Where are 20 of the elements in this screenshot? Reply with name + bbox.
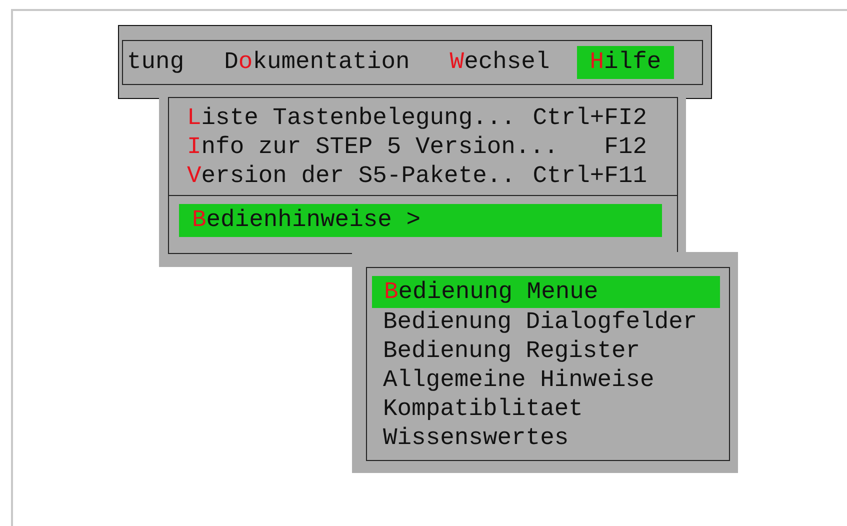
menu-item[interactable]: Info zur STEP 5 Version... F12 [169,133,677,162]
menu-item-label: Liste Tastenbelegung... [187,104,516,133]
menu-item-label: Version der S5-Pakete.. [187,162,516,191]
menu-item[interactable]: Bedienung Menue [372,276,720,308]
menu-item[interactable]: Version der S5-Pakete.. Ctrl+F11 [169,162,677,191]
menu-item[interactable]: Dokumentation [211,46,423,79]
shortcut-label: Ctrl+F11 [532,162,647,191]
menu-item[interactable]: Hilfe [576,46,674,79]
menu-item[interactable]: Kompatiblitaet [372,395,720,424]
menu-item[interactable]: Allgemeine Hinweise [372,366,720,395]
menu-item[interactable]: Bedienung Register [372,337,720,366]
shortcut-label: Ctrl+FI2 [532,104,647,133]
menu-item[interactable]: tung [123,46,198,79]
menu-item[interactable]: Bedienung Dialogfelder [372,308,720,337]
menu-item[interactable]: Wechsel [436,46,563,79]
menu-item[interactable]: Liste Tastenbelegung... Ctrl+FI2 [169,104,677,133]
menu-item[interactable]: Wissenswertes [372,424,720,453]
menu-item-label: Info zur STEP 5 Version... [187,133,558,162]
shortcut-label: F12 [604,133,647,162]
submenu-item[interactable]: Bedienhinweise > [179,204,662,237]
